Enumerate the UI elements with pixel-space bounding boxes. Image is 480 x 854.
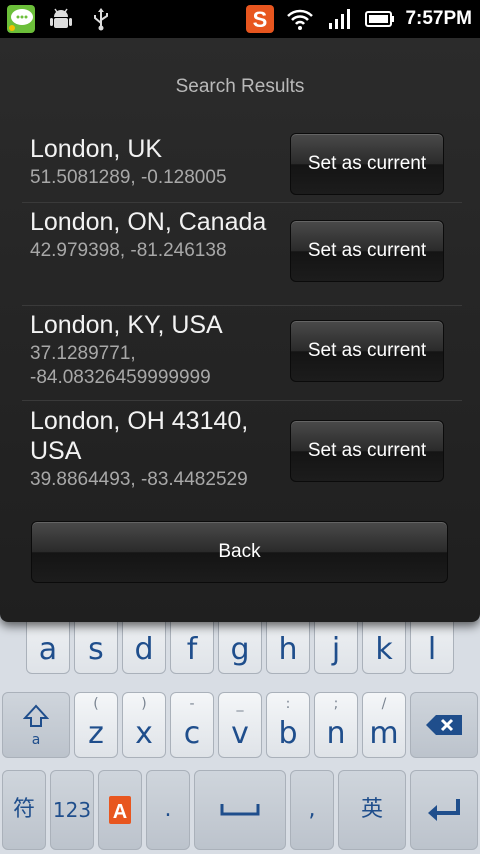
divider (22, 400, 462, 401)
keyboard-row-2: a (z ) x -c _ v :b ; n / m (0, 692, 480, 762)
set-as-current-button[interactable]: Set as current (290, 133, 444, 195)
key-label: z (88, 716, 104, 751)
clock: 7:57PM (405, 8, 472, 29)
keyboard-row-3: 符 123 A . , 英 (0, 770, 480, 850)
app-logo-icon: A (109, 796, 131, 824)
key-label: a (38, 632, 58, 667)
key-label: 英 (360, 797, 383, 822)
usb-icon (86, 4, 116, 34)
key-sub-label: : (285, 696, 291, 712)
comma-key[interactable]: , (290, 770, 334, 850)
key-label: 123 (52, 798, 92, 822)
battery-icon (365, 4, 395, 34)
space-key[interactable] (194, 770, 286, 850)
key-m[interactable]: / m (362, 692, 406, 758)
result-name: London, UK (30, 135, 163, 163)
enter-key[interactable] (410, 770, 478, 850)
shift-arrow-icon (23, 704, 49, 727)
key-label: 符 (12, 797, 35, 822)
key-label: , (308, 797, 316, 822)
chat-app-icon (6, 4, 36, 34)
key-label: b (278, 716, 298, 751)
key-c[interactable]: -c (170, 692, 214, 758)
key-label: d (134, 632, 154, 667)
key-label: s (88, 632, 104, 667)
set-as-current-button[interactable]: Set as current (290, 320, 444, 382)
backspace-icon (426, 715, 462, 735)
soft-keyboard: ~a !s @d #f $g %h &j *k ?l a (z )x -c _v… (0, 594, 480, 854)
key-label: . (164, 797, 172, 822)
key-sub-label: / (381, 696, 387, 712)
svg-text:S: S (253, 7, 268, 32)
key-label: n (326, 716, 346, 751)
key-label: h (278, 632, 298, 667)
result-coords: 37.1289771, -84.08326459999999 (30, 343, 211, 388)
language-key[interactable]: 英 (338, 770, 406, 850)
period-key[interactable]: . (146, 770, 190, 850)
key-sub-label: ; (333, 696, 339, 712)
signal-icon (325, 4, 355, 34)
app-switch-key[interactable]: A (98, 770, 142, 850)
key-sub-label: _ (236, 696, 244, 712)
shift-key[interactable]: a (2, 692, 70, 758)
key-label: v (231, 716, 249, 751)
key-label: l (427, 632, 437, 667)
key-label: f (186, 632, 198, 667)
shift-label: a (31, 732, 41, 748)
sogou-input-icon: S (245, 4, 275, 34)
key-sub-label: - (189, 696, 195, 712)
search-results-dialog: Search Results London, UK 51.5081289, -0… (0, 38, 480, 622)
set-as-current-button[interactable]: Set as current (290, 220, 444, 282)
result-name: London, ON, Canada (30, 208, 267, 236)
divider (22, 202, 462, 203)
numbers-key[interactable]: 123 (50, 770, 94, 850)
symbols-key[interactable]: 符 (2, 770, 46, 850)
key-label: k (375, 632, 393, 667)
key-v[interactable]: _ v (218, 692, 262, 758)
enter-icon (428, 799, 460, 821)
android-debug-icon (46, 4, 76, 34)
result-name: London, OH 43140, USA (30, 407, 249, 465)
key-label: c (183, 716, 201, 751)
set-as-current-button[interactable]: Set as current (290, 420, 444, 482)
space-icon (220, 804, 260, 816)
svg-text:A: A (113, 801, 127, 823)
key-label: j (331, 632, 341, 667)
key-n[interactable]: ; n (314, 692, 358, 758)
key-label: m (369, 716, 399, 751)
key-label: g (230, 632, 250, 667)
result-name: London, KY, USA (30, 311, 223, 339)
key-b[interactable]: :b (266, 692, 310, 758)
key-label: x (135, 716, 153, 751)
key-sub-label: ) (141, 696, 147, 712)
result-coords: 39.8864493, -83.4482529 (30, 469, 248, 490)
wifi-icon (285, 4, 315, 34)
result-coords: 42.979398, -81.246138 (30, 240, 227, 261)
result-coords: 51.5081289, -0.128005 (30, 167, 227, 188)
back-button[interactable]: Back (31, 521, 448, 583)
dialog-title: Search Results (175, 76, 305, 97)
backspace-key[interactable] (410, 692, 478, 758)
key-z[interactable]: (z (74, 692, 118, 758)
divider (22, 305, 462, 306)
key-x[interactable]: ) x (122, 692, 166, 758)
status-bar: S 7:57PM (0, 0, 480, 38)
key-sub-label: ( (93, 696, 99, 712)
